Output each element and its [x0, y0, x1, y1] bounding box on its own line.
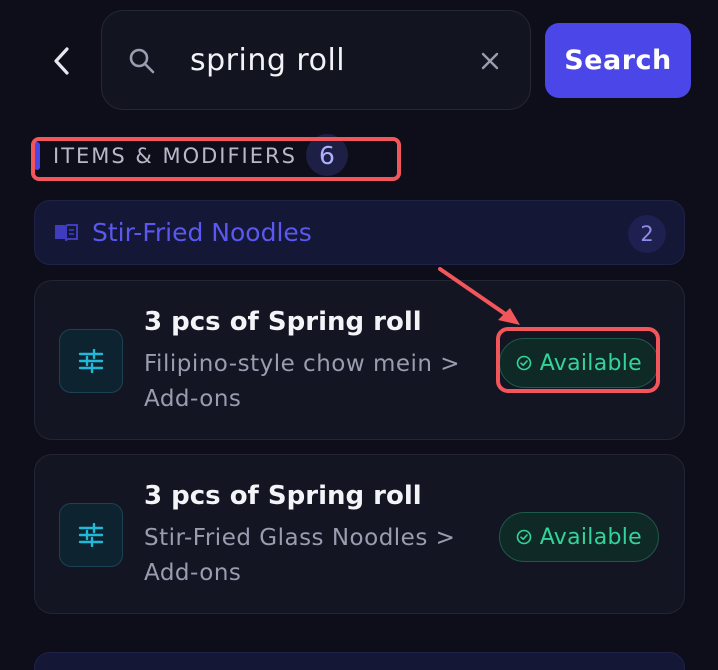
sliders-icon [59, 329, 123, 393]
check-circle-icon [516, 529, 532, 545]
group-title: Stir-Fried Noodles [92, 218, 312, 247]
search-button[interactable]: Search [545, 23, 691, 98]
search-icon [128, 47, 156, 79]
chevron-left-icon [54, 47, 69, 75]
status-badge[interactable]: Available [498, 512, 659, 562]
group-header-stir-fried-noodles[interactable]: Stir-Fried Noodles 2 [34, 200, 685, 265]
list-item[interactable]: 3 pcs of Spring roll Stir-Fried Glass No… [34, 454, 685, 614]
search-input[interactable]: spring roll [101, 10, 531, 110]
back-button[interactable] [40, 40, 82, 82]
annotation-arrow-icon [438, 267, 520, 325]
item-name: 3 pcs of Spring roll [144, 307, 422, 337]
group-count-badge: 2 [628, 215, 666, 253]
clear-search-button[interactable] [478, 49, 502, 73]
group-header-partial[interactable] [34, 652, 685, 670]
sliders-icon [59, 503, 123, 567]
status-label: Available [539, 524, 642, 550]
search-results-screen: spring roll Search ITEMS & MODIFIERS 6 S… [0, 0, 718, 670]
item-path: Stir-Fried Glass Noodles > Add-ons [144, 525, 456, 586]
item-path: Filipino-style chow mein > Add-ons [144, 351, 461, 412]
annotation-highlight-badge [496, 327, 660, 393]
search-query[interactable]: spring roll [190, 39, 345, 83]
close-icon [481, 52, 499, 70]
book-icon [53, 223, 79, 247]
item-name: 3 pcs of Spring roll [144, 481, 422, 511]
annotation-highlight-section [31, 137, 401, 181]
